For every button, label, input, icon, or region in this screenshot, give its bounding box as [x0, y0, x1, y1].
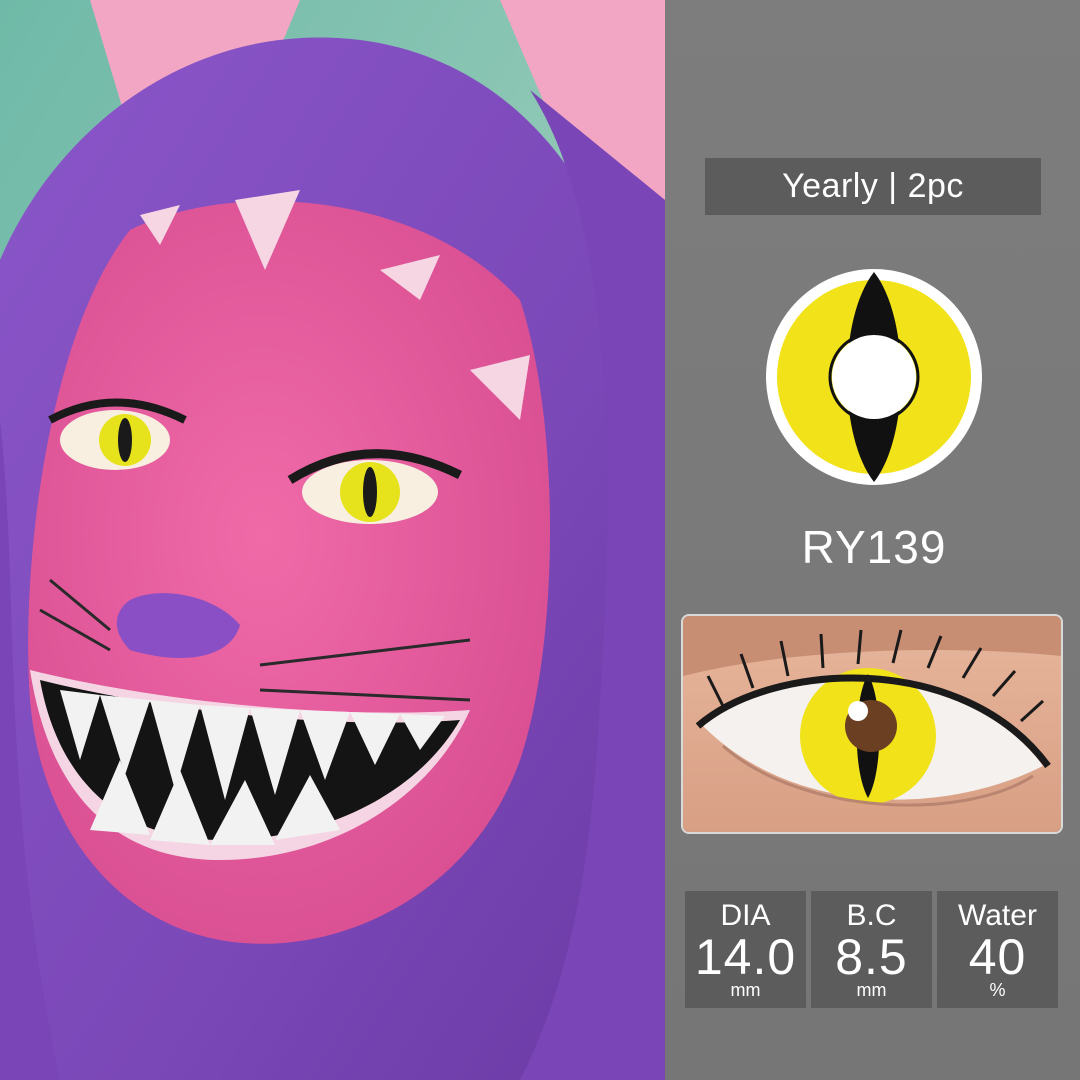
spec-dia: DIA 14.0 mm	[685, 891, 806, 1008]
spec-bc-unit: mm	[856, 980, 887, 1000]
spec-bc-value: 8.5	[835, 929, 908, 985]
spec-dia-label: DIA	[720, 899, 771, 932]
spec-water-value: 40	[968, 929, 1027, 985]
spec-water-unit: %	[989, 980, 1006, 1000]
spec-bc: B.C 8.5 mm	[811, 891, 932, 1008]
spec-water: Water 40 %	[937, 891, 1058, 1008]
eye-closeup-photo	[683, 616, 1061, 832]
package-badge: Yearly | 2pc	[705, 158, 1041, 215]
product-code: RY139	[801, 521, 947, 573]
spec-water-label: Water	[958, 899, 1037, 932]
spec-bc-label: B.C	[846, 899, 897, 932]
spec-dia-value: 14.0	[694, 929, 797, 985]
model-photo	[0, 0, 665, 1080]
lens-icon	[760, 268, 988, 486]
